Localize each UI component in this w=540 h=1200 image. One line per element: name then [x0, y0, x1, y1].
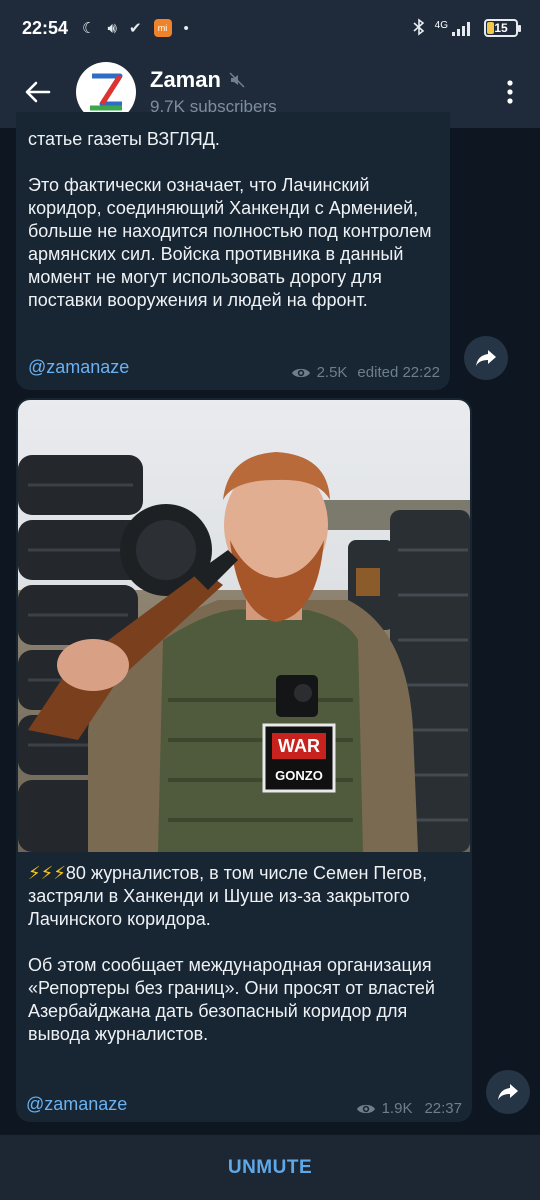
back-arrow-icon [25, 81, 51, 103]
status-bar: 22:54 ☾ 🔊︎ ✔ mi • 4G 15 [0, 0, 540, 56]
check-icon: ✔ [128, 20, 142, 37]
message-body: 80 журналистов, в том числе Семен Пегов,… [28, 863, 435, 1044]
signal-icon: 4G [435, 20, 474, 36]
message-meta: 2.5K edited 22:22 [291, 364, 440, 381]
message-text: статье газеты ВЗГЛЯД. Это фактически озн… [28, 129, 432, 310]
message-time: 22:37 [424, 1100, 462, 1117]
views-icon [291, 368, 310, 377]
patch-text-war: WAR [278, 736, 320, 756]
photo-image: WAR GONZO [18, 400, 470, 852]
unmute-button[interactable]: UNMUTE [228, 1157, 312, 1179]
channel-title[interactable]: Zaman 9.7K subscribers [150, 67, 277, 117]
bluetooth-icon [413, 17, 425, 39]
view-count: 1.9K [381, 1100, 413, 1117]
moon-icon: ☾ [82, 20, 96, 37]
dot-icon: • [183, 19, 189, 37]
patch-text-gonzo: GONZO [275, 768, 323, 783]
channel-signature-link[interactable]: @zamanaze [28, 357, 129, 378]
message-time: edited 22:22 [357, 364, 440, 381]
battery-level: 15 [494, 21, 508, 35]
bottom-bar: UNMUTE [0, 1134, 540, 1200]
views-icon [356, 1104, 375, 1113]
channel-name: Zaman [150, 67, 221, 92]
message-text: ⚡⚡⚡80 журналистов, в том числе Семен Пег… [28, 862, 464, 1046]
network-type: 4G [434, 20, 448, 31]
message-meta: 1.9K 22:37 [356, 1100, 462, 1117]
message-bubble[interactable]: статье газеты ВЗГЛЯД. Это фактически озн… [16, 112, 450, 390]
muted-icon [229, 72, 245, 88]
volume-icon: 🔊︎ [107, 19, 117, 37]
message-bubble[interactable]: WAR GONZO ⚡⚡⚡80 журналистов, в том числе… [16, 398, 472, 1122]
battery-icon: 15 [484, 19, 521, 37]
status-time: 22:54 [22, 17, 69, 38]
lightning-emoji: ⚡⚡⚡ [28, 863, 66, 883]
share-button[interactable] [464, 336, 508, 380]
share-arrow-icon [498, 1084, 518, 1100]
channel-signature-link[interactable]: @zamanaze [26, 1094, 127, 1115]
more-options-button[interactable] [480, 56, 540, 128]
more-vertical-icon [507, 80, 513, 104]
message-photo[interactable]: WAR GONZO [18, 400, 470, 852]
share-arrow-icon [476, 350, 496, 366]
view-count: 2.5K [316, 364, 348, 381]
app-notification-icon: mi [153, 19, 172, 37]
share-button[interactable] [486, 1070, 530, 1114]
